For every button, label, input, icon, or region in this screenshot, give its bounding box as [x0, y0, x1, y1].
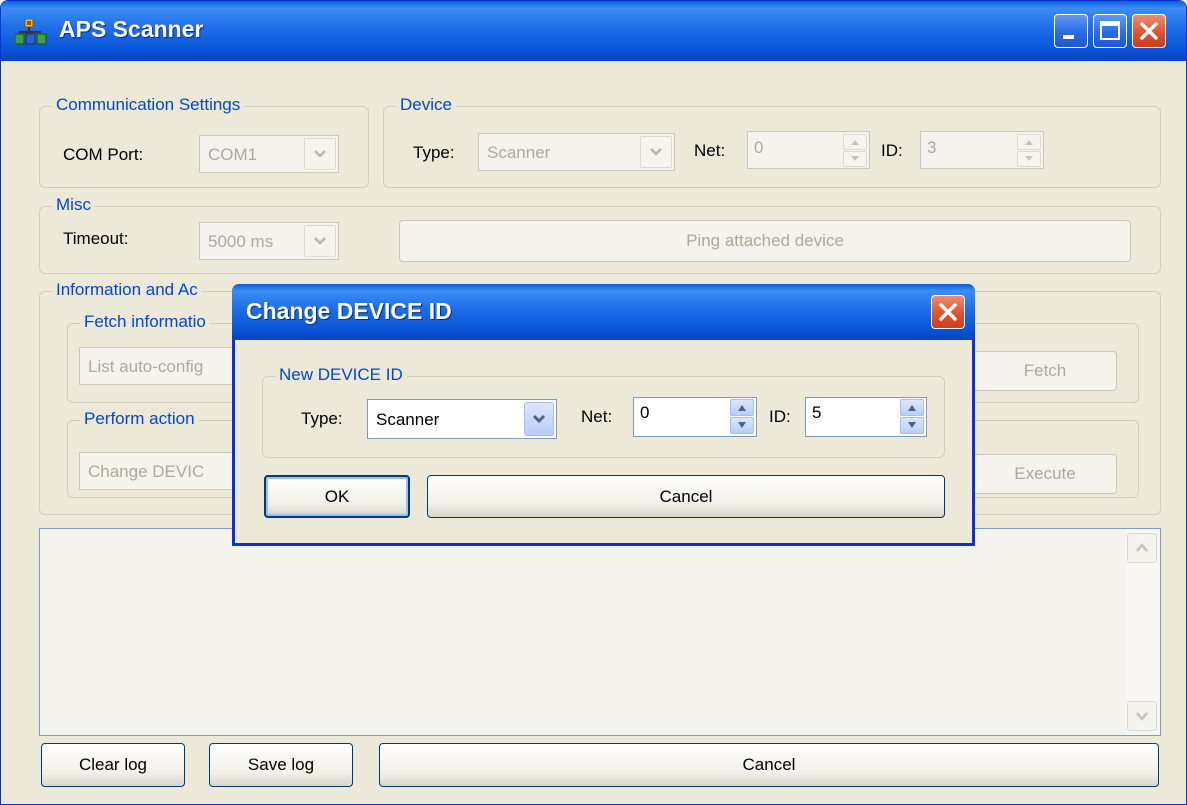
chevron-down-icon [640, 136, 672, 168]
device-net-value: 0 [754, 138, 764, 157]
spin-down-icon[interactable] [730, 417, 754, 434]
execute-button[interactable]: Execute [973, 454, 1117, 494]
device-id-spinner[interactable]: 3 [920, 131, 1044, 169]
dialog-close-button[interactable] [931, 295, 965, 329]
ping-device-button[interactable]: Ping attached device [399, 220, 1131, 262]
dialog-id-spinner[interactable]: 5 [805, 397, 927, 437]
device-group-title: Device [396, 95, 456, 115]
dialog-ok-button[interactable]: OK [264, 475, 410, 518]
close-button[interactable] [1132, 14, 1166, 48]
chevron-down-icon [524, 402, 554, 436]
fetch-information-select[interactable]: List auto-config [79, 347, 239, 385]
device-type-label: Type: [413, 143, 455, 162]
window-title: APS Scanner [59, 16, 204, 42]
scroll-up-icon[interactable] [1127, 533, 1157, 563]
timeout-select[interactable]: 5000 ms [199, 222, 339, 260]
perform-action-title: Perform action [80, 409, 199, 429]
spin-up-icon[interactable] [843, 134, 867, 150]
dialog-id-label: ID: [769, 407, 791, 426]
dialog-type-label: Type: [301, 409, 343, 428]
scroll-down-icon[interactable] [1127, 701, 1157, 731]
spin-down-icon[interactable] [900, 417, 924, 434]
dialog-id-value: 5 [812, 403, 822, 422]
main-window: APS Scanner Communication Settings COM P… [0, 0, 1187, 805]
close-icon [939, 303, 957, 321]
log-scrollbar[interactable] [1125, 530, 1159, 734]
device-type-select[interactable]: Scanner [478, 133, 675, 171]
dialog-cancel-button[interactable]: Cancel [427, 475, 945, 518]
dialog-title-bar[interactable]: Change DEVICE ID [232, 284, 975, 340]
minimize-icon [1063, 35, 1074, 39]
dialog-type-select[interactable]: Scanner [367, 399, 557, 439]
new-device-id-title: New DEVICE ID [275, 365, 407, 385]
spin-down-icon[interactable] [1017, 151, 1041, 167]
perform-action-value: Change DEVIC [88, 462, 205, 481]
save-log-button[interactable]: Save log [209, 743, 353, 787]
spin-down-icon[interactable] [843, 151, 867, 167]
maximize-button[interactable] [1093, 14, 1127, 48]
maximize-icon [1100, 21, 1120, 40]
spin-up-icon[interactable] [730, 399, 754, 416]
cancel-button[interactable]: Cancel [379, 743, 1159, 787]
timeout-value: 5000 ms [208, 232, 274, 251]
device-id-label: ID: [881, 141, 903, 160]
app-icon [15, 19, 47, 45]
change-device-id-dialog: Change DEVICE ID New DEVICE ID Type: Sca… [232, 284, 975, 546]
clear-log-button[interactable]: Clear log [41, 743, 185, 787]
chevron-down-icon [304, 225, 336, 257]
dialog-net-value: 0 [640, 403, 650, 422]
log-textarea[interactable] [39, 528, 1161, 736]
com-port-select[interactable]: COM1 [199, 135, 339, 173]
dialog-net-label: Net: [581, 407, 613, 426]
device-id-value: 3 [927, 138, 937, 157]
fetch-information-value: List auto-config [88, 357, 204, 376]
title-bar[interactable]: APS Scanner [1, 1, 1186, 61]
dialog-title: Change DEVICE ID [246, 298, 452, 324]
timeout-label: Timeout: [63, 229, 129, 248]
fetch-information-title: Fetch informatio [80, 312, 210, 332]
com-port-label: COM Port: [63, 145, 144, 164]
dialog-net-spinner[interactable]: 0 [633, 397, 757, 437]
spin-up-icon[interactable] [1017, 134, 1041, 150]
device-type-value: Scanner [487, 143, 551, 162]
device-net-spinner[interactable]: 0 [747, 131, 870, 169]
spin-up-icon[interactable] [900, 399, 924, 416]
dialog-type-value: Scanner [376, 410, 440, 429]
com-port-value: COM1 [208, 145, 258, 164]
close-icon [1140, 22, 1158, 40]
fetch-button[interactable]: Fetch [973, 351, 1117, 391]
communication-settings-title: Communication Settings [52, 95, 245, 115]
misc-group-title: Misc [52, 195, 95, 215]
minimize-button[interactable] [1054, 14, 1088, 48]
perform-action-select[interactable]: Change DEVIC [79, 452, 239, 490]
information-actions-title: Information and Ac [52, 280, 202, 300]
chevron-down-icon [304, 138, 336, 170]
device-net-label: Net: [694, 141, 726, 160]
